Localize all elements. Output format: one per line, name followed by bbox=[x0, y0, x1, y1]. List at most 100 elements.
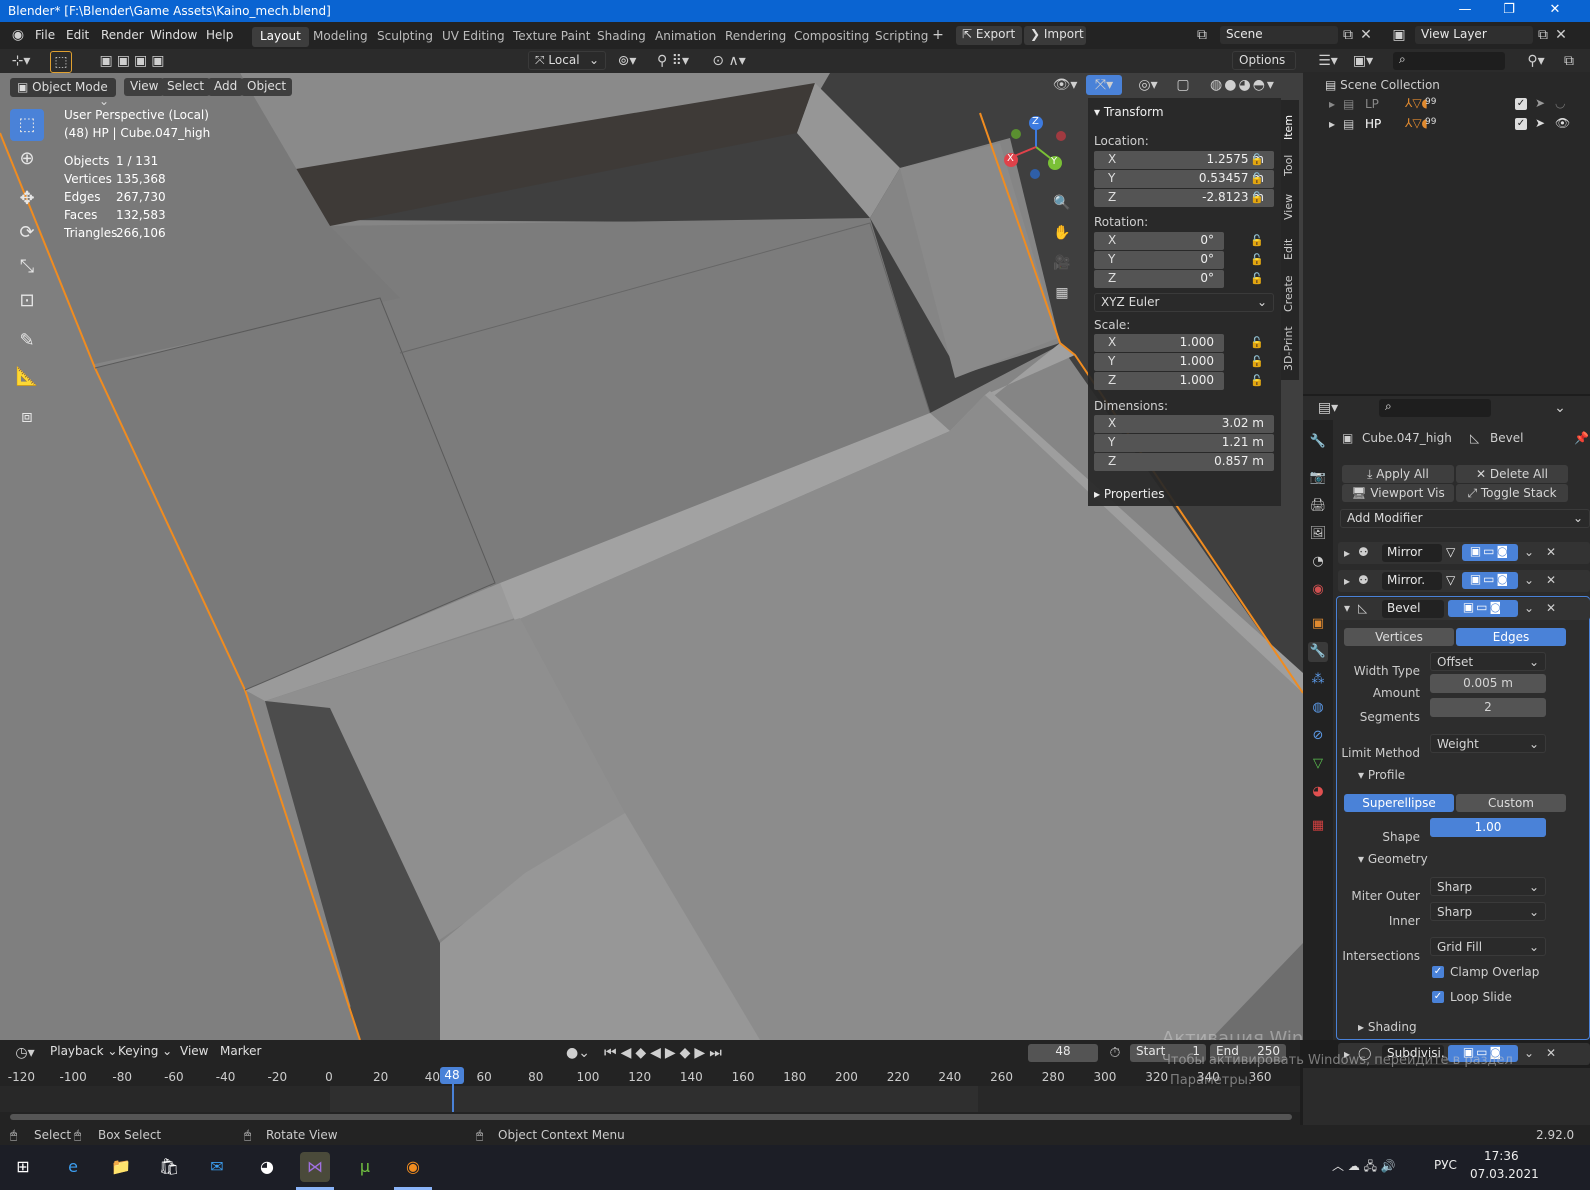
width-type-dropdown[interactable]: Offset ⌄ bbox=[1430, 652, 1546, 671]
menu-object[interactable]: Object bbox=[241, 78, 293, 96]
hidden-eye-icon[interactable]: ◡ bbox=[1555, 96, 1565, 110]
modifier-visibility-toggles[interactable]: ▣▭◙ bbox=[1462, 544, 1518, 561]
cage-icon[interactable]: ▽ bbox=[1446, 545, 1455, 559]
navigation-gizmo[interactable]: Z Y X bbox=[1000, 113, 1074, 183]
zoom-icon[interactable]: 🔍 bbox=[1050, 193, 1074, 213]
tab-sculpting[interactable]: Sculpting bbox=[369, 27, 441, 47]
import-button[interactable]: ❯ Import bbox=[1024, 26, 1086, 45]
menu-keying[interactable]: Keying ⌄ bbox=[112, 1043, 178, 1061]
viewport-vis-button[interactable]: 🖥 Viewport Vis bbox=[1342, 484, 1454, 502]
mail-icon[interactable]: ✉ bbox=[202, 1152, 232, 1182]
chevron-down-icon[interactable]: ⌄ bbox=[1524, 545, 1534, 559]
apply-all-button[interactable]: ⤓ Apply All bbox=[1342, 465, 1454, 483]
visual-studio-icon[interactable]: ⋈ bbox=[300, 1152, 330, 1182]
blender-taskbar-icon[interactable]: ◉ bbox=[398, 1152, 428, 1182]
intersections-dropdown[interactable]: Grid Fill ⌄ bbox=[1430, 937, 1546, 956]
pin-icon[interactable]: 📌 bbox=[1574, 431, 1589, 445]
lock-icon[interactable]: 🔓 bbox=[1250, 172, 1264, 186]
remove-modifier-icon[interactable]: ✕ bbox=[1546, 545, 1556, 559]
modifier-properties-icon[interactable]: 🔧 bbox=[1308, 642, 1328, 662]
minimize-button[interactable]: — bbox=[1450, 2, 1480, 20]
shading-subpanel-header[interactable]: ▸ Shading bbox=[1358, 1020, 1417, 1034]
transform-orientation-dropdown[interactable]: ⤧ Local ⌄ bbox=[528, 51, 606, 70]
ortho-grid-icon[interactable]: ▦ bbox=[1050, 283, 1074, 303]
filter-icon[interactable]: ⚲▾ bbox=[1521, 51, 1551, 71]
maximize-button[interactable]: ❐ bbox=[1494, 2, 1524, 20]
menu-select[interactable]: Select bbox=[161, 78, 211, 96]
menu-timeline-view[interactable]: View bbox=[174, 1043, 214, 1061]
tab-item[interactable]: Item bbox=[1282, 108, 1296, 140]
new-view-layer-icon[interactable]: ⧉ bbox=[1535, 25, 1551, 45]
material-properties-icon[interactable]: ◕ bbox=[1308, 782, 1328, 802]
object-data-properties-icon[interactable]: ▽ bbox=[1308, 754, 1328, 774]
particles-properties-icon[interactable]: ⁂ bbox=[1308, 670, 1328, 690]
physics-properties-icon[interactable]: ◍ bbox=[1308, 698, 1328, 718]
display-mode-icon[interactable]: ▣▾ bbox=[1349, 51, 1377, 71]
view-layer-icon[interactable]: ▣ bbox=[1386, 25, 1412, 45]
close-window-button[interactable]: ✕ bbox=[1540, 2, 1570, 20]
new-scene-icon[interactable]: ⧉ bbox=[1340, 25, 1356, 45]
chevron-down-icon[interactable]: ⌄ bbox=[1553, 398, 1567, 418]
remove-modifier-icon[interactable]: ✕ bbox=[1546, 573, 1556, 587]
rotate-tool-icon[interactable]: ⟳ bbox=[10, 217, 44, 249]
custom-profile-toggle[interactable]: Custom bbox=[1456, 794, 1566, 812]
edge-browser-icon[interactable]: e bbox=[58, 1152, 88, 1182]
clock-date[interactable]: 07.03.2021 bbox=[1470, 1167, 1539, 1181]
properties-search-input[interactable]: ⌕ bbox=[1379, 399, 1491, 417]
scale-y-field[interactable]: Y 1.000 bbox=[1094, 353, 1224, 371]
view-layer-field[interactable]: View Layer bbox=[1415, 26, 1533, 44]
modifier-name-field[interactable]: Mirror bbox=[1382, 544, 1442, 562]
rotation-mode-dropdown[interactable]: XYZ Euler ⌄ bbox=[1094, 293, 1274, 312]
rotation-x-field[interactable]: X 0° bbox=[1094, 232, 1224, 250]
select-box-tool-icon[interactable]: ⬚ bbox=[10, 109, 44, 141]
pan-hand-icon[interactable]: ✋ bbox=[1050, 223, 1074, 243]
affect-vertices-toggle[interactable]: Vertices bbox=[1344, 628, 1454, 646]
proportional-edit-icon[interactable]: ⊙ ∧▾ bbox=[704, 51, 754, 71]
limit-method-dropdown[interactable]: Weight ⌄ bbox=[1430, 734, 1546, 753]
annotate-tool-icon[interactable]: ✎ bbox=[10, 325, 44, 357]
pivot-point-icon[interactable]: ⊚▾ bbox=[612, 51, 642, 71]
lock-icon[interactable]: 🔓 bbox=[1250, 374, 1264, 388]
transform-panel-header[interactable]: ▾ Transform bbox=[1094, 105, 1164, 119]
modifier-bevel-header[interactable]: ▾ ◺ Bevel ▣▭◙ ⌄ ✕ bbox=[1338, 598, 1590, 620]
properties-editor-icon[interactable]: ▤▾ bbox=[1313, 398, 1343, 418]
system-tray-icons[interactable]: ︿ ☁ 🖧 🔊 bbox=[1332, 1157, 1396, 1178]
modifier-visibility-toggles[interactable]: ▣▭◙ bbox=[1448, 600, 1518, 617]
file-explorer-icon[interactable]: 📁 bbox=[106, 1152, 136, 1182]
properties-panel-header[interactable]: ▸ Properties bbox=[1094, 487, 1165, 501]
view-layer-properties-icon[interactable]: 🖼 bbox=[1308, 524, 1328, 544]
playback-controls-icons[interactable]: ⏮◀◆◀▶◆▶⏭ bbox=[604, 1043, 722, 1063]
menu-marker[interactable]: Marker bbox=[214, 1043, 267, 1061]
move-tool-icon[interactable]: ✥ bbox=[10, 183, 44, 215]
chevron-down-icon[interactable]: ⌄ bbox=[1524, 1046, 1534, 1060]
chevron-down-icon[interactable]: ⌄ bbox=[1524, 601, 1534, 615]
superellipse-toggle[interactable]: Superellipse bbox=[1344, 794, 1454, 812]
record-keyframe-icon[interactable]: ●⌄ bbox=[560, 1043, 596, 1063]
menu-edit[interactable]: Edit bbox=[66, 28, 89, 42]
cursor-tool-icon[interactable]: ⊕ bbox=[10, 143, 44, 175]
miter-outer-dropdown[interactable]: Sharp ⌄ bbox=[1430, 877, 1546, 896]
segments-field[interactable]: 2 bbox=[1430, 698, 1546, 717]
modifier-mirror-2-header[interactable]: ▸ ⚉ Mirror. ▽ ▣▭◙ ⌄ ✕ bbox=[1338, 570, 1590, 592]
windows-start-icon[interactable]: ⊞ bbox=[8, 1152, 38, 1182]
location-x-field[interactable]: X 1.2575 m bbox=[1094, 151, 1274, 169]
scene-browse-icon[interactable]: ⧉ bbox=[1188, 25, 1216, 45]
overlay-toggle-icon[interactable]: ◎▾ bbox=[1128, 75, 1168, 95]
toggle-stack-button[interactable]: ⤢ Toggle Stack bbox=[1456, 484, 1568, 502]
world-properties-icon[interactable]: ◉ bbox=[1308, 580, 1328, 600]
shading-mode-icons[interactable]: ◍●◕◓▾ bbox=[1198, 75, 1288, 95]
outliner-row[interactable]: ▤ Scene Collection bbox=[1325, 78, 1440, 92]
clamp-overlap-checkbox[interactable]: ✓ Clamp Overlap bbox=[1430, 964, 1560, 980]
gizmo-toggle-icon[interactable]: ⤧▾ bbox=[1086, 75, 1122, 95]
tab-create[interactable]: Create bbox=[1282, 274, 1296, 312]
profile-subpanel-header[interactable]: ▾ Profile bbox=[1358, 768, 1405, 782]
object-properties-icon[interactable]: ▣ bbox=[1308, 614, 1328, 634]
lock-icon[interactable]: 🔓 bbox=[1250, 153, 1264, 167]
tab-modeling[interactable]: Modeling bbox=[305, 27, 376, 47]
outliner-editor-icon[interactable]: ☰▾ bbox=[1313, 51, 1343, 71]
selectable-icon[interactable]: ➤ bbox=[1535, 96, 1545, 110]
snap-icon[interactable]: ⚲ ⠿▾ bbox=[648, 51, 698, 71]
add-cube-tool-icon[interactable]: ⧈ bbox=[10, 401, 44, 433]
menu-window[interactable]: Window bbox=[150, 28, 197, 42]
eye-icon[interactable]: 👁 bbox=[1555, 116, 1570, 130]
